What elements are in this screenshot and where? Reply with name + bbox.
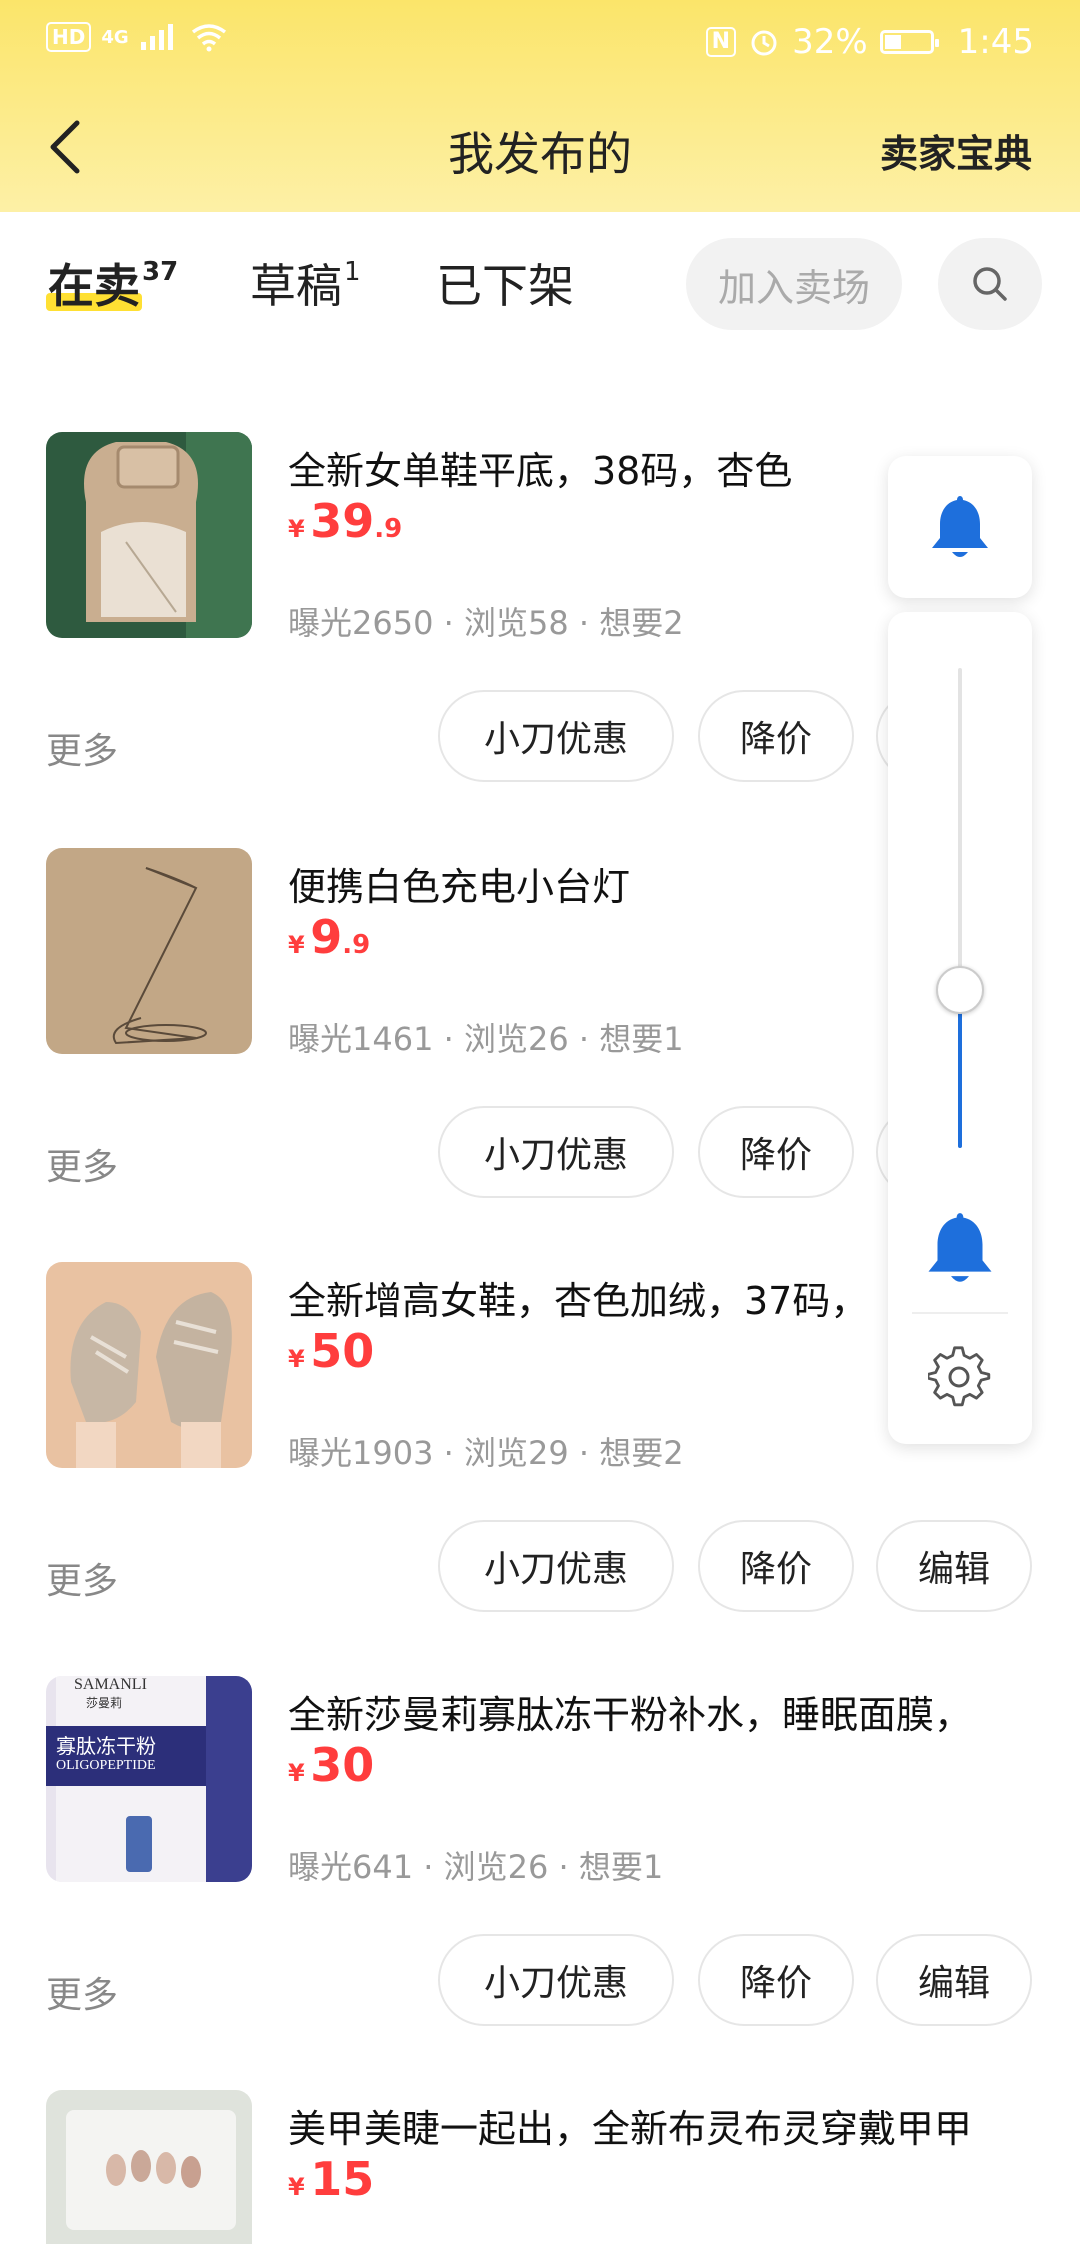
price-currency: ¥: [288, 515, 305, 543]
search-icon: [973, 267, 1007, 301]
media-volume-button[interactable]: [924, 1208, 996, 1292]
tab-drafts-label: 草稿: [250, 259, 342, 313]
discount-button[interactable]: 小刀优惠: [438, 1106, 674, 1198]
price-integer: 9: [310, 910, 343, 964]
item-price: ¥ 15: [288, 2152, 374, 2206]
item-thumbnail[interactable]: SAMANLI 莎曼莉 寡肽冻干粉 OLIGOPEPTIDE: [46, 1676, 252, 1882]
price-currency: ¥: [288, 1759, 305, 1787]
gear-icon: [926, 1346, 991, 1407]
join-market-button[interactable]: 加入卖场: [686, 238, 902, 330]
status-bar: HD 4G N 32% 1:45: [0, 0, 1080, 86]
price-currency: ¥: [288, 1345, 305, 1373]
more-button[interactable]: 更多: [46, 722, 118, 774]
more-button[interactable]: 更多: [46, 1138, 118, 1190]
item-price: ¥ 30: [288, 1738, 374, 1792]
item-price: ¥ 39.9: [288, 494, 402, 548]
price-integer: 50: [310, 1324, 375, 1378]
listing-item[interactable]: SAMANLI 莎曼莉 寡肽冻干粉 OLIGOPEPTIDE 全新莎曼莉寡肽冻干…: [0, 1676, 1080, 2090]
price-decimal: .9: [374, 514, 403, 544]
item-thumbnail[interactable]: [46, 432, 252, 638]
price-currency: ¥: [288, 931, 305, 959]
tab-on-sale[interactable]: 在卖37: [48, 250, 178, 316]
item-stats: 曝光1903 · 浏览29 · 想要2: [288, 1434, 684, 1472]
edit-button[interactable]: 编辑: [876, 1520, 1032, 1612]
thumb-product-text: 寡肽冻干粉: [56, 1734, 156, 1758]
volume-ringer-button[interactable]: [888, 456, 1032, 598]
divider: [912, 1312, 1008, 1314]
volume-panel: [888, 612, 1032, 1444]
price-cut-button[interactable]: 降价: [698, 1934, 854, 2026]
tab-on-sale-label: 在卖: [48, 259, 140, 313]
nfc-icon: N: [705, 27, 737, 57]
item-thumbnail[interactable]: [46, 1262, 252, 1468]
item-stats: 曝光641 · 浏览26 · 想要1: [288, 1848, 664, 1886]
price-integer: 39: [310, 494, 375, 548]
seller-guide-link[interactable]: 卖家宝典: [880, 123, 1032, 178]
item-title: 全新莎曼莉寡肽冻干粉补水，睡眠面膜，: [288, 1693, 973, 1737]
tab-delisted-label: 已下架: [436, 259, 574, 313]
thumb-brand-cn: 莎曼莉: [86, 1696, 123, 1710]
price-decimal: .9: [342, 930, 371, 960]
discount-button[interactable]: 小刀优惠: [438, 1520, 674, 1612]
tab-on-sale-count: 37: [142, 256, 179, 287]
price-currency: ¥: [288, 2173, 305, 2201]
item-thumbnail[interactable]: [46, 848, 252, 1054]
tab-bar: 在卖37 草稿1 已下架: [0, 212, 1080, 360]
item-title: 全新增高女鞋，杏色加绒，37码，: [288, 1279, 869, 1323]
thumb-brand-text: SAMANLI: [74, 1676, 147, 1693]
network-label: 4G: [101, 26, 129, 48]
hd-badge: HD: [46, 22, 92, 52]
search-button[interactable]: [938, 238, 1042, 330]
more-button[interactable]: 更多: [46, 1552, 118, 1604]
tab-delisted[interactable]: 已下架: [436, 250, 574, 316]
tab-drafts[interactable]: 草稿1: [250, 250, 361, 316]
more-button[interactable]: 更多: [46, 1966, 118, 2018]
bell-icon: [932, 496, 988, 557]
battery-percent: 32%: [792, 22, 868, 62]
item-stats: 曝光2650 · 浏览58 · 想要2: [288, 604, 684, 642]
volume-settings-button[interactable]: [926, 1346, 992, 1414]
clock: 1:45: [957, 22, 1034, 62]
alarm-icon: [751, 30, 777, 56]
price-integer: 15: [310, 2152, 375, 2206]
discount-button[interactable]: 小刀优惠: [438, 1934, 674, 2026]
item-thumbnail[interactable]: [46, 2090, 252, 2244]
tab-drafts-count: 1: [344, 256, 361, 287]
item-price: ¥ 50: [288, 1324, 374, 1378]
battery-icon: [879, 30, 939, 54]
price-cut-button[interactable]: 降价: [698, 690, 854, 782]
thumb-product-en: OLIGOPEPTIDE: [56, 1758, 156, 1773]
item-price: ¥ 9.9: [288, 910, 370, 964]
signal-icon: [140, 24, 173, 50]
item-title: 便携白色充电小台灯: [288, 865, 631, 909]
price-cut-button[interactable]: 降价: [698, 1520, 854, 1612]
header-bar: HD 4G N 32% 1:45 我发布的 卖家宝典: [0, 0, 1080, 212]
price-cut-button[interactable]: 降价: [698, 1106, 854, 1198]
item-title: 全新女单鞋平底，38码，杏色: [288, 449, 793, 493]
volume-slider-knob[interactable]: [936, 965, 984, 1014]
price-integer: 30: [310, 1738, 375, 1792]
listing-item[interactable]: 美甲美睫一起出，全新布灵布灵穿戴甲甲 ¥ 15: [0, 2090, 1080, 2244]
edit-button[interactable]: 编辑: [876, 1934, 1032, 2026]
item-title: 美甲美睫一起出，全新布灵布灵穿戴甲甲: [288, 2107, 973, 2151]
discount-button[interactable]: 小刀优惠: [438, 690, 674, 782]
wifi-icon: [191, 24, 226, 52]
item-stats: 曝光1461 · 浏览26 · 想要1: [288, 1020, 684, 1058]
bell-icon: [928, 1213, 992, 1282]
